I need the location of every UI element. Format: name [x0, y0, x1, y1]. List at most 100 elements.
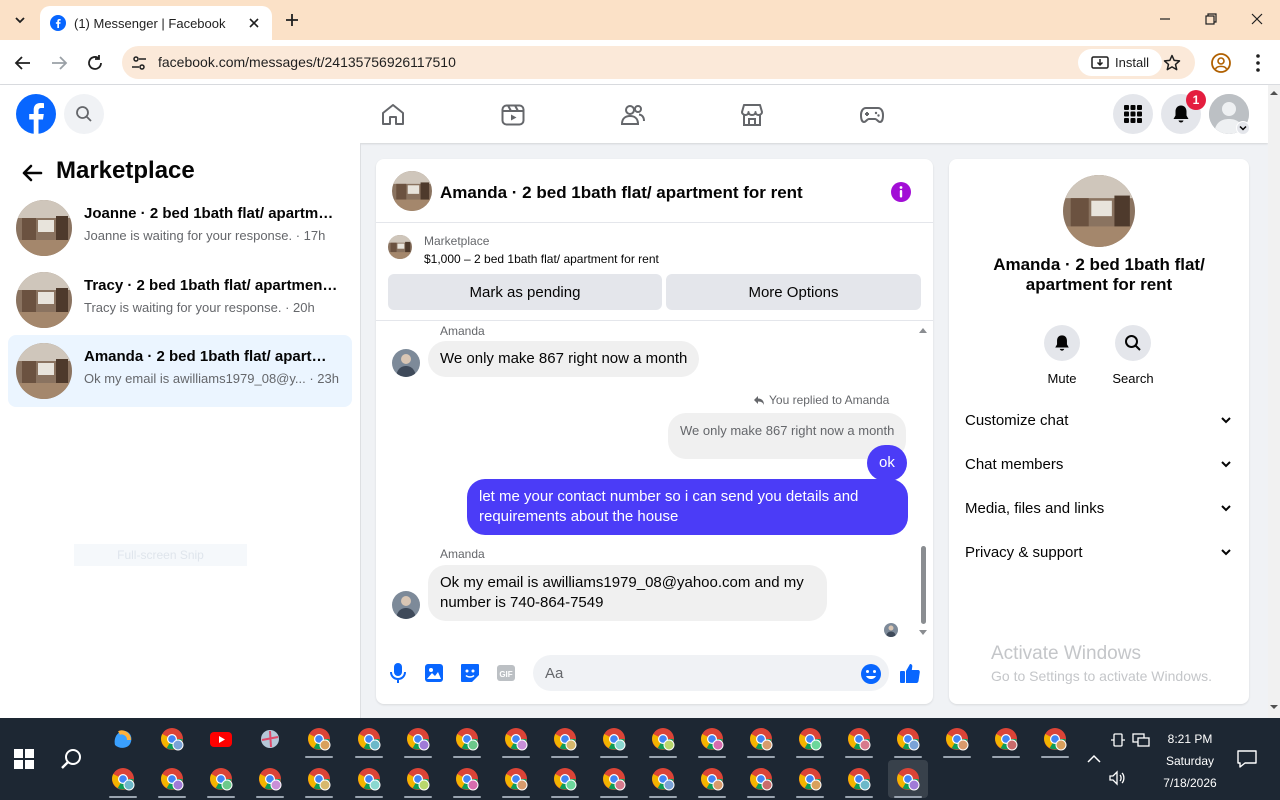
- taskbar-app-icon[interactable]: [888, 720, 928, 758]
- media-files-links-row[interactable]: Media, files and links: [957, 486, 1241, 530]
- taskbar-app-icon[interactable]: [250, 720, 290, 758]
- device-icon[interactable]: [1110, 732, 1126, 748]
- account-menu-toggle[interactable]: [1236, 121, 1250, 135]
- page-scrollbar[interactable]: [1268, 85, 1280, 718]
- browser-menu-icon[interactable]: [1248, 52, 1268, 74]
- taskbar-app-icon[interactable]: [545, 720, 585, 758]
- listing-price-title[interactable]: $1,000 – 2 bed 1bath flat/ apartment for…: [424, 252, 659, 266]
- conversation-item-amanda[interactable]: Amanda · 2 bed 1bath flat/ apartment for…: [8, 335, 352, 407]
- install-app-button[interactable]: Install: [1078, 49, 1162, 76]
- taskbar-app-icon[interactable]: [888, 760, 928, 798]
- customize-chat-row[interactable]: Customize chat: [957, 398, 1241, 442]
- search-in-conversation-button[interactable]: Search: [1101, 325, 1165, 386]
- minimize-icon[interactable]: [1154, 8, 1176, 30]
- taskbar-app-icon[interactable]: [103, 720, 143, 758]
- taskbar-app-icon[interactable]: [447, 720, 487, 758]
- taskbar-app-icon[interactable]: [447, 760, 487, 798]
- taskbar-app-icon[interactable]: [299, 720, 339, 758]
- address-bar[interactable]: facebook.com/messages/t/2413575692611751…: [122, 46, 1195, 79]
- conversation-info-icon[interactable]: [890, 181, 912, 203]
- new-tab-icon[interactable]: [282, 10, 302, 30]
- gaming-icon[interactable]: [859, 102, 885, 128]
- taskbar-app-icon[interactable]: [839, 760, 879, 798]
- chat-scrollbar[interactable]: [916, 324, 930, 640]
- menu-grid-button[interactable]: [1113, 94, 1153, 134]
- taskbar-app-icon[interactable]: [496, 720, 536, 758]
- taskbar-app-icon[interactable]: [349, 760, 389, 798]
- taskbar-app-icon[interactable]: [201, 720, 241, 758]
- taskbar-app-icon[interactable]: [790, 720, 830, 758]
- taskbar-app-icon[interactable]: [741, 720, 781, 758]
- taskbar-app-icon[interactable]: [398, 720, 438, 758]
- message-input[interactable]: [533, 655, 889, 691]
- taskbar-app-icon[interactable]: [643, 720, 683, 758]
- home-icon[interactable]: [380, 102, 406, 128]
- emoji-icon[interactable]: [860, 663, 882, 685]
- message-bubble-outgoing[interactable]: ok: [867, 445, 907, 481]
- taskbar-app-icon[interactable]: [741, 760, 781, 798]
- taskbar-app-icon[interactable]: [201, 760, 241, 798]
- site-info-icon[interactable]: [130, 54, 148, 72]
- mark-as-pending-button[interactable]: Mark as pending: [388, 274, 662, 310]
- mute-button[interactable]: Mute: [1030, 325, 1094, 386]
- taskbar-app-icon[interactable]: [545, 760, 585, 798]
- taskbar-app-icon[interactable]: [152, 760, 192, 798]
- chat-avatar[interactable]: [392, 171, 432, 211]
- taskbar-app-icon[interactable]: [250, 760, 290, 798]
- message-bubble-incoming[interactable]: Ok my email is awilliams1979_08@yahoo.co…: [428, 565, 827, 621]
- close-window-icon[interactable]: [1246, 8, 1268, 30]
- facebook-search-button[interactable]: [64, 94, 104, 134]
- photo-icon[interactable]: [422, 661, 446, 685]
- network-icon[interactable]: [1132, 732, 1150, 748]
- taskbar-app-icon[interactable]: [349, 720, 389, 758]
- sticker-icon[interactable]: [458, 661, 482, 685]
- conversation-item-tracy[interactable]: Tracy · 2 bed 1bath flat/ apartment for …: [8, 264, 352, 336]
- windows-start-icon[interactable]: [14, 749, 34, 769]
- restore-icon[interactable]: [1200, 8, 1222, 30]
- message-bubble-incoming[interactable]: We only make 867 right now a month: [428, 341, 700, 377]
- taskbar-app-icon[interactable]: [692, 760, 732, 798]
- browser-tab-messenger[interactable]: (1) Messenger | Facebook: [40, 6, 272, 40]
- facebook-logo-icon[interactable]: [16, 94, 56, 134]
- tab-search-button[interactable]: [8, 8, 32, 32]
- taskbar-app-icon[interactable]: [986, 720, 1026, 758]
- taskbar-app-icon[interactable]: [937, 720, 977, 758]
- taskbar-app-icon[interactable]: [594, 720, 634, 758]
- more-options-button[interactable]: More Options: [666, 274, 921, 310]
- forward-arrow-icon[interactable]: [48, 52, 70, 74]
- taskbar-app-icon[interactable]: [692, 720, 732, 758]
- browser-profile-icon[interactable]: [1210, 52, 1232, 74]
- volume-icon[interactable]: [1108, 770, 1126, 786]
- taskbar-clock[interactable]: 8:21 PM Saturday 7/18/2026: [1150, 728, 1230, 794]
- privacy-support-row[interactable]: Privacy & support: [957, 530, 1241, 574]
- taskbar-app-icon[interactable]: [839, 720, 879, 758]
- gif-icon[interactable]: GIF: [494, 661, 518, 685]
- details-avatar[interactable]: [1063, 175, 1135, 247]
- taskbar-app-icon[interactable]: [103, 760, 143, 798]
- taskbar-search-icon[interactable]: [60, 747, 84, 771]
- chat-members-row[interactable]: Chat members: [957, 442, 1241, 486]
- taskbar-app-icon[interactable]: [643, 760, 683, 798]
- conversation-item-joanne[interactable]: Joanne · 2 bed 1bath flat/ apartment for…: [8, 192, 352, 264]
- taskbar-app-icon[interactable]: [496, 760, 536, 798]
- taskbar-app-icon[interactable]: [790, 760, 830, 798]
- notification-center-icon[interactable]: [1236, 748, 1258, 770]
- microphone-icon[interactable]: [386, 661, 410, 685]
- taskbar-app-icon[interactable]: [299, 760, 339, 798]
- taskbar-app-icon[interactable]: [594, 760, 634, 798]
- taskbar-app-icon[interactable]: [398, 760, 438, 798]
- friends-icon[interactable]: [620, 102, 646, 128]
- message-bubble-outgoing[interactable]: let me your contact number so i can send…: [467, 479, 908, 535]
- taskbar-app-icon[interactable]: [1035, 720, 1075, 758]
- reload-icon[interactable]: [84, 52, 106, 74]
- back-arrow-icon[interactable]: [20, 161, 44, 185]
- close-tab-icon[interactable]: [246, 15, 262, 31]
- back-arrow-icon[interactable]: [12, 52, 34, 74]
- thumbs-up-icon[interactable]: [898, 661, 922, 685]
- video-icon[interactable]: [500, 102, 526, 128]
- tray-overflow-icon[interactable]: [1086, 752, 1102, 766]
- chat-title[interactable]: Amanda · 2 bed 1bath flat/ apartment for…: [440, 183, 803, 203]
- marketplace-icon[interactable]: [739, 102, 765, 128]
- taskbar-app-icon[interactable]: [152, 720, 192, 758]
- bookmark-star-icon[interactable]: [1162, 53, 1182, 73]
